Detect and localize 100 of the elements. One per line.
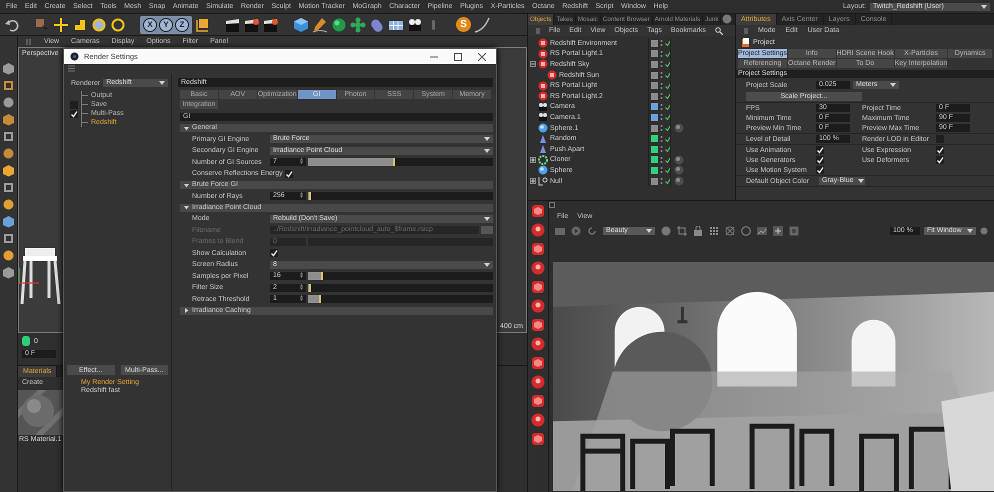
- pen-icon[interactable]: [312, 16, 328, 32]
- layer-color[interactable]: [651, 50, 658, 58]
- cube-icon[interactable]: [2, 113, 15, 126]
- curve-icon[interactable]: [474, 16, 490, 32]
- cube-icon[interactable]: [2, 62, 15, 75]
- layer-color[interactable]: [651, 135, 658, 142]
- cube-icon[interactable]: [531, 356, 545, 370]
- disclosure-icon: [184, 205, 189, 210]
- slider-fill[interactable]: [308, 284, 311, 292]
- grip-icon: [26, 38, 32, 46]
- lock-icon[interactable]: [693, 226, 703, 236]
- visibility-icon: [660, 92, 663, 100]
- layer-color[interactable]: [651, 146, 658, 153]
- slider-fill[interactable]: [308, 272, 323, 280]
- grip-icon: [744, 26, 748, 34]
- layer-color[interactable]: [651, 92, 658, 100]
- cube-icon[interactable]: [2, 215, 15, 228]
- box-icon[interactable]: [2, 181, 15, 194]
- rotate-icon[interactable]: [91, 16, 107, 32]
- visibility-icon: [660, 177, 663, 186]
- target-icon[interactable]: [725, 226, 735, 236]
- material-tag-icon[interactable]: [674, 123, 684, 134]
- slider-fill[interactable]: [308, 158, 395, 166]
- move-icon[interactable]: [53, 16, 69, 32]
- clapperboard-icon[interactable]: [263, 16, 279, 32]
- layer-color[interactable]: [651, 156, 658, 164]
- app-icon: [70, 52, 79, 61]
- cube-icon[interactable]: [531, 280, 545, 294]
- refresh-icon[interactable]: [587, 226, 597, 236]
- checkbox[interactable]: [816, 166, 824, 174]
- layer-color[interactable]: [651, 178, 658, 185]
- cube-icon[interactable]: [531, 318, 545, 332]
- tool-icon[interactable]: [2, 249, 15, 262]
- cube-icon[interactable]: [2, 164, 15, 177]
- checkbox[interactable]: [936, 146, 944, 154]
- camera-icon[interactable]: [407, 16, 423, 32]
- material-tag-icon[interactable]: [674, 176, 684, 186]
- spinner-icon: [300, 295, 303, 302]
- maximize-icon[interactable]: [454, 52, 462, 60]
- layer-color[interactable]: [651, 103, 658, 110]
- expander-icon[interactable]: [530, 61, 536, 68]
- spinner-icon: [300, 192, 303, 198]
- image-icon[interactable]: [555, 226, 565, 236]
- box-icon[interactable]: [2, 232, 15, 245]
- checkbox[interactable]: [816, 156, 824, 164]
- cube-icon[interactable]: [293, 16, 309, 32]
- playhead-icon[interactable]: [22, 336, 30, 346]
- sphere-icon[interactable]: [331, 16, 347, 32]
- play-icon[interactable]: [571, 226, 581, 236]
- expander-icon[interactable]: [530, 178, 536, 184]
- flower-icon[interactable]: [350, 16, 366, 32]
- search-icon[interactable]: [714, 26, 723, 34]
- cube-icon[interactable]: [2, 266, 15, 279]
- clapperboard-icon[interactable]: [225, 16, 241, 32]
- checkbox[interactable]: [70, 110, 78, 118]
- cube-icon[interactable]: [531, 394, 545, 408]
- cube-icon[interactable]: [531, 204, 545, 218]
- layer-color[interactable]: [651, 82, 658, 90]
- checkbox[interactable]: [270, 249, 278, 258]
- tool-icon[interactable]: [2, 198, 15, 211]
- checkbox[interactable]: [816, 146, 824, 154]
- chart-icon[interactable]: [757, 226, 767, 236]
- rotate-icon[interactable]: [110, 16, 126, 32]
- layer-color[interactable]: [651, 166, 658, 174]
- caret-icon: [967, 228, 973, 232]
- spinner-icon: [300, 158, 303, 164]
- axis-button[interactable]: X: [143, 18, 157, 32]
- layer-color[interactable]: [651, 72, 658, 79]
- cursor-icon[interactable]: [34, 16, 50, 32]
- crop-icon[interactable]: [677, 226, 687, 236]
- visibility-icon: [660, 102, 663, 111]
- layer-color[interactable]: [651, 124, 658, 132]
- slider-fill[interactable]: [308, 295, 321, 304]
- material-tag-icon[interactable]: [674, 165, 684, 176]
- box-icon[interactable]: [2, 130, 15, 143]
- material-thumbnail[interactable]: [18, 390, 63, 435]
- axis-button[interactable]: Z: [175, 18, 189, 32]
- material-tag-icon[interactable]: [674, 154, 684, 165]
- visibility-icon: [660, 124, 663, 132]
- slider-fill[interactable]: [308, 192, 311, 200]
- tool-icon[interactable]: [2, 147, 15, 160]
- axis-button[interactable]: Y: [159, 18, 173, 32]
- disclosure-icon: [184, 308, 189, 313]
- layer-color[interactable]: [651, 60, 658, 68]
- circle-icon[interactable]: [741, 226, 751, 236]
- close-icon[interactable]: [478, 52, 486, 60]
- menu-icon[interactable]: [68, 65, 75, 72]
- cube-icon[interactable]: [531, 432, 545, 446]
- coordinate-icon[interactable]: [195, 16, 211, 32]
- clapperboard-icon[interactable]: [244, 16, 260, 32]
- checkbox[interactable]: [284, 170, 293, 178]
- box-icon[interactable]: [2, 79, 15, 92]
- checkbox[interactable]: [936, 156, 944, 164]
- cube-icon[interactable]: [531, 242, 545, 256]
- layers-icon[interactable]: [789, 226, 799, 236]
- layer-color[interactable]: [651, 114, 658, 121]
- layer-color[interactable]: [651, 40, 658, 47]
- tool-icon[interactable]: [2, 96, 15, 109]
- expander-icon[interactable]: [530, 156, 536, 163]
- add-icon[interactable]: [773, 226, 783, 236]
